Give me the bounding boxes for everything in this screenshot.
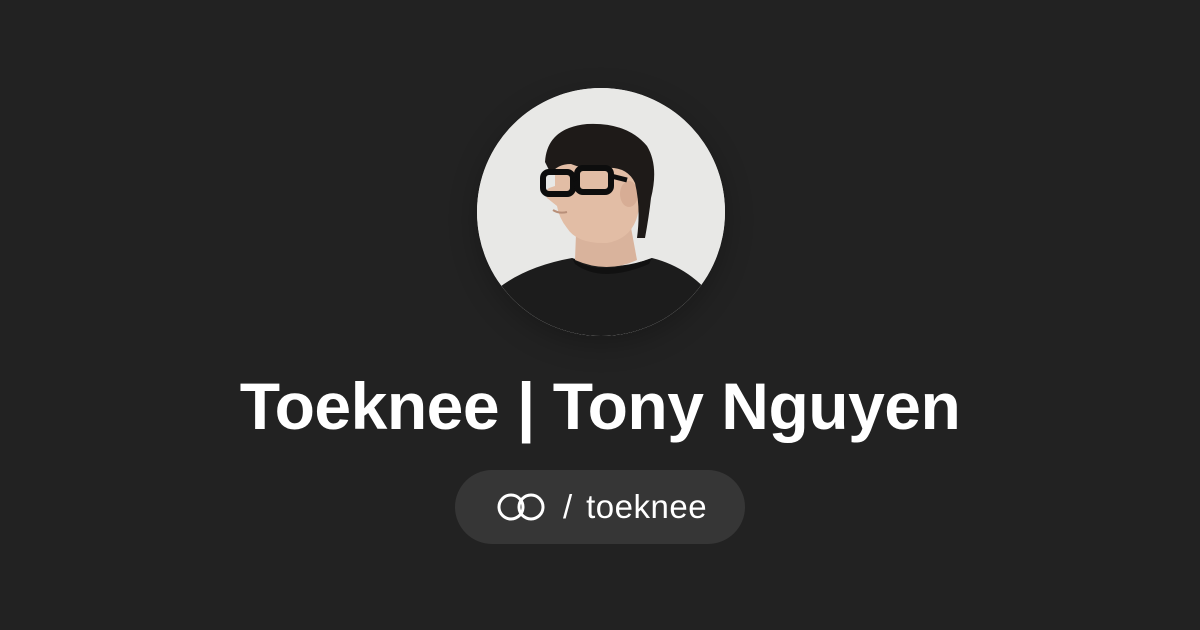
profile-handle-pill[interactable]: / toeknee xyxy=(455,470,745,544)
linked-rings-logo-icon xyxy=(493,491,549,523)
handle-separator: / xyxy=(562,488,573,525)
profile-card: Toeknee | Tony Nguyen / toeknee xyxy=(0,0,1200,630)
display-name: Toeknee | Tony Nguyen xyxy=(239,369,961,443)
avatar xyxy=(477,88,725,336)
profile-handle: toeknee xyxy=(586,488,708,525)
